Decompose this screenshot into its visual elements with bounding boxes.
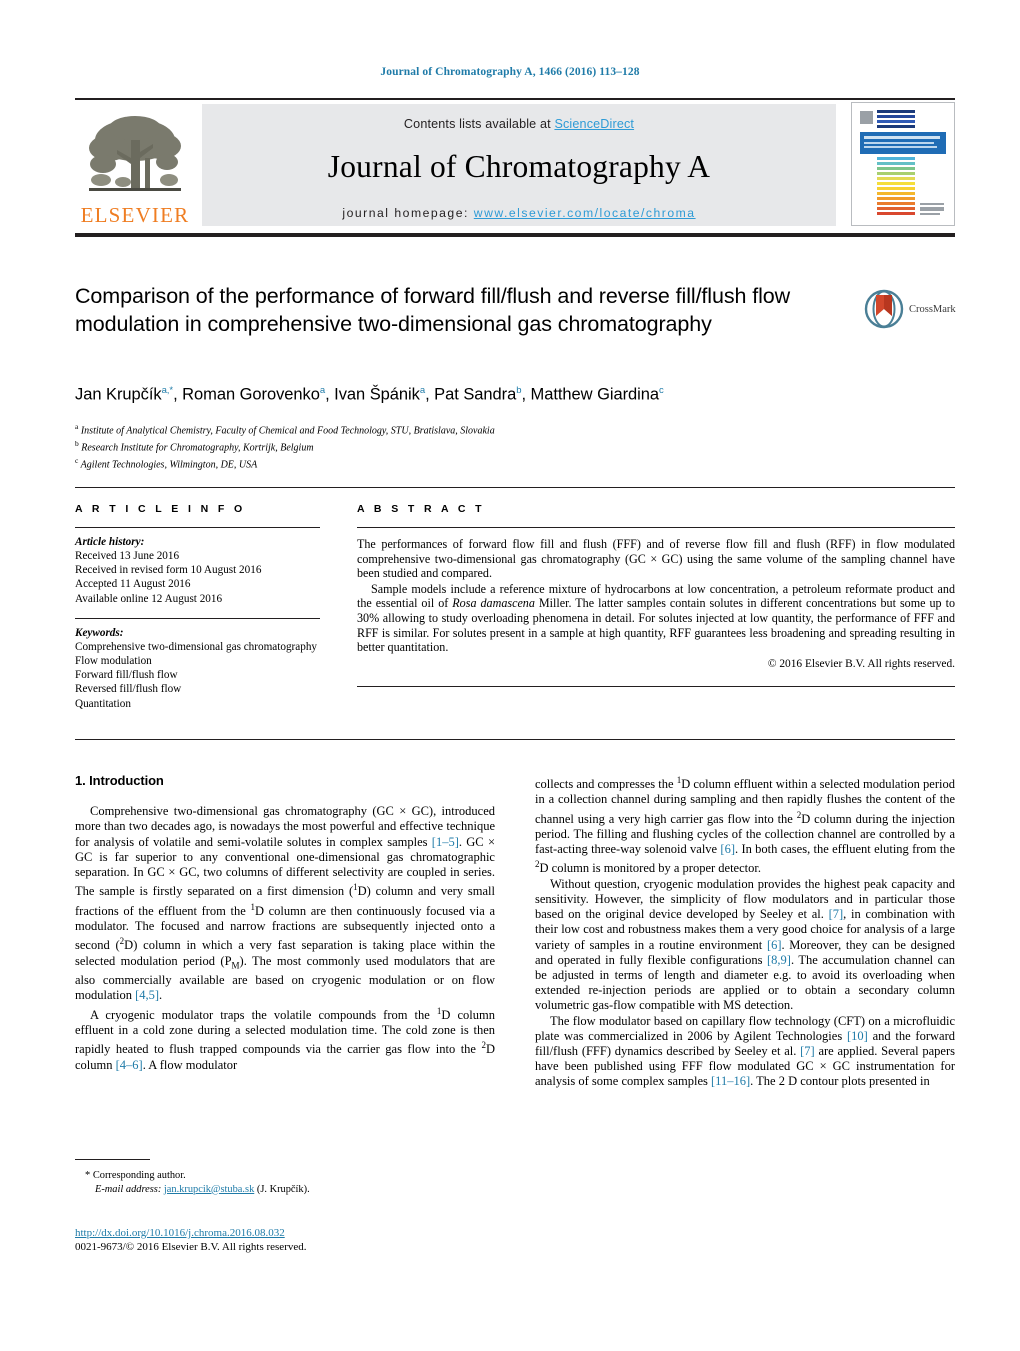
citation-reference[interactable]: [11–16]: [711, 1074, 750, 1088]
body-column-left: 1. Introduction Comprehensive two-dimens…: [75, 773, 495, 1073]
keywords-block: Keywords: Comprehensive two-dimensional …: [75, 627, 330, 711]
article-first-page: Journal of Chromatography A, 1466 (2016)…: [0, 0, 1020, 1351]
corresponding-author-text: Corresponding author.: [92, 1170, 186, 1181]
doi-block: http://dx.doi.org/10.1016/j.chroma.2016.…: [75, 1226, 495, 1254]
keyword-item: Forward fill/flush flow: [75, 669, 178, 682]
corresponding-author-note: * Corresponding author.: [75, 1169, 495, 1183]
body-paragraph: collects and compresses the 1D column ef…: [535, 775, 955, 876]
elsevier-wordmark: ELSEVIER: [80, 203, 190, 227]
author-list: Jan Krupčíka,*, Roman Gorovenkoa, Ivan Š…: [75, 385, 664, 404]
email-link[interactable]: jan.krupcik@stuba.sk: [164, 1184, 254, 1195]
email-label: E-mail address:: [95, 1183, 162, 1195]
dimension-superscript: 1: [676, 775, 682, 785]
elsevier-tree-icon: [89, 116, 181, 191]
dimension-superscript: 2: [796, 809, 802, 820]
dimension-superscript: 2: [119, 936, 125, 947]
email-note: E-mail address: jan.krupcik@stuba.sk (J.…: [75, 1183, 495, 1197]
contents-prefix: Contents lists available at: [403, 117, 555, 131]
article-history-item: Accepted 11 August 2016: [75, 578, 191, 591]
article-history-item: Received 13 June 2016: [75, 550, 180, 562]
abstract-heading: A B S T R A C T: [357, 503, 485, 515]
issn-copyright-line: 0021-9673/© 2016 Elsevier B.V. All right…: [75, 1241, 307, 1253]
citation-reference[interactable]: [6]: [767, 938, 782, 952]
citation-reference[interactable]: [6]: [720, 842, 735, 856]
contents-banner: Contents lists available at ScienceDirec…: [202, 104, 836, 226]
crossmark-logo-icon: [864, 289, 904, 329]
body-paragraph: Without question, cryogenic modulation p…: [535, 876, 955, 1013]
journal-title: Journal of Chromatography A: [327, 149, 711, 184]
abstract-paragraph-1: The performances of forward flow fill an…: [357, 537, 955, 581]
homepage-prefix: journal homepage:: [342, 206, 474, 220]
affiliation-item: a Institute of Analytical Chemistry, Fac…: [75, 421, 775, 438]
abstract-paragraph-2: Sample models include a reference mixtur…: [357, 581, 955, 655]
affiliation-list: a Institute of Analytical Chemistry, Fac…: [75, 421, 775, 472]
keyword-item: Comprehensive two-dimensional gas chroma…: [75, 640, 318, 653]
elsevier-logo: ELSEVIER: [75, 104, 195, 226]
abstract-divider: [357, 527, 955, 528]
left-column-paragraphs: Comprehensive two-dimensional gas chroma…: [75, 804, 495, 1073]
info-divider-2: [75, 617, 320, 619]
journal-homepage-line: journal homepage: www.elsevier.com/locat…: [202, 206, 836, 220]
affiliation-text: Research Institute for Chromatography, K…: [78, 442, 314, 454]
citation-reference[interactable]: [7]: [829, 907, 844, 921]
dimension-superscript: 1: [436, 1005, 442, 1016]
journal-cover-thumbnail: [851, 102, 955, 226]
keyword-item: Flow modulation: [75, 655, 152, 668]
article-history-list: Received 13 June 2016 Received in revised…: [75, 549, 330, 606]
info-divider-1: [75, 527, 320, 528]
keyword-item: Quantitation: [75, 697, 131, 710]
article-info-column: A R T I C L E I N F O Article history: R…: [75, 503, 330, 711]
citation-reference[interactable]: [1–5]: [432, 835, 459, 849]
doi-link[interactable]: http://dx.doi.org/10.1016/j.chroma.2016.…: [75, 1227, 285, 1239]
modulation-subscript: M: [231, 960, 240, 970]
body-top-rule: [75, 739, 955, 740]
footnote-star: *: [85, 1170, 91, 1181]
journal-masthead: ELSEVIER Contents lists available at Sci…: [75, 98, 955, 230]
affiliation-item: b Research Institute for Chromatography,…: [75, 438, 775, 455]
dimension-superscript: 2: [481, 1040, 486, 1051]
page-title: Comparison of the performance of forward…: [75, 284, 791, 336]
article-info-heading: A R T I C L E I N F O: [75, 503, 246, 515]
affiliation-item: c Agilent Technologies, Wilmington, DE, …: [75, 455, 775, 472]
keywords-list: Comprehensive two-dimensional gas chroma…: [75, 640, 330, 711]
dimension-superscript: 1: [353, 882, 358, 893]
citation-reference[interactable]: [7]: [800, 1044, 815, 1058]
crossmark-badge[interactable]: CrossMark: [864, 286, 960, 332]
citation-reference[interactable]: [4,5]: [135, 988, 159, 1002]
species-name: Rosa damascena: [452, 596, 535, 611]
footnote-rule: [75, 1159, 150, 1160]
keywords-label: Keywords:: [75, 626, 124, 639]
journal-cover-image: [852, 103, 954, 225]
sciencedirect-link[interactable]: ScienceDirect: [554, 117, 634, 131]
dimension-superscript: 1: [250, 901, 255, 912]
info-top-rule: [75, 487, 955, 488]
right-column-paragraphs: collects and compresses the 1D column ef…: [535, 773, 955, 1090]
contents-lists-line: Contents lists available at ScienceDirec…: [202, 104, 836, 131]
crossmark-label: CrossMark: [909, 303, 956, 315]
affiliation-text: Institute of Analytical Chemistry, Facul…: [78, 425, 495, 437]
abstract-rights: © 2016 Elsevier B.V. All rights reserved…: [767, 657, 955, 670]
abstract-column: A B S T R A C T The performances of forw…: [357, 503, 955, 670]
body-paragraph: A cryogenic modulator traps the volatile…: [75, 1005, 495, 1072]
citation-reference[interactable]: [4–6]: [116, 1058, 143, 1072]
footnote-block: * Corresponding author. E-mail address: …: [75, 1159, 495, 1196]
article-history-item: Available online 12 August 2016: [75, 592, 223, 605]
affiliation-text: Agilent Technologies, Wilmington, DE, US…: [78, 459, 258, 471]
keyword-item: Reversed fill/flush flow: [75, 683, 182, 696]
section-heading-introduction: 1. Introduction: [75, 773, 164, 788]
article-history-label: Article history:: [75, 536, 145, 548]
running-head: Journal of Chromatography A, 1466 (2016)…: [380, 66, 640, 78]
citation-reference[interactable]: [10]: [847, 1029, 868, 1043]
body-column-right: collects and compresses the 1D column ef…: [535, 773, 955, 1090]
dimension-superscript: 2: [535, 859, 540, 870]
body-paragraph: Comprehensive two-dimensional gas chroma…: [75, 804, 496, 1003]
abstract-bottom-rule: [357, 686, 955, 687]
citation-reference[interactable]: [8,9]: [767, 953, 791, 967]
masthead-bottom-rule: [75, 233, 955, 237]
email-suffix: (J. Krupčík).: [256, 1183, 310, 1195]
journal-homepage-link[interactable]: www.elsevier.com/locate/chroma: [474, 206, 696, 220]
article-history-item: Received in revised form 10 August 2016: [75, 564, 262, 577]
body-paragraph: The flow modulator based on capillary fl…: [535, 1013, 956, 1089]
